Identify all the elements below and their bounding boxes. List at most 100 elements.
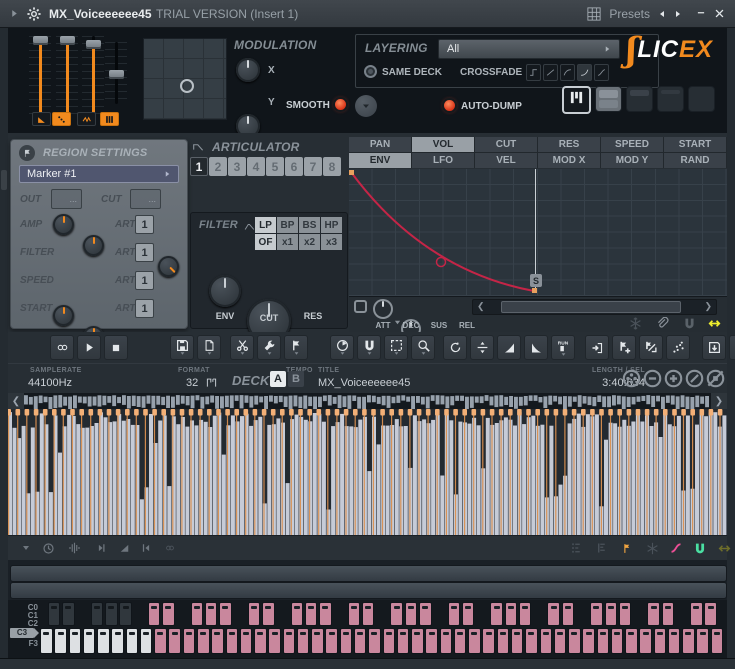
slider-handle[interactable] bbox=[60, 36, 75, 45]
envelope-graph[interactable]: S bbox=[349, 169, 727, 296]
env-tab-mod-x[interactable]: MOD X bbox=[538, 153, 600, 168]
piano-key-white-23[interactable] bbox=[353, 628, 367, 654]
piano-key-black-24[interactable] bbox=[504, 602, 518, 626]
filter-x1-button[interactable]: x1 bbox=[277, 234, 298, 250]
zoom-out-circle-button[interactable] bbox=[643, 369, 662, 388]
layout-keys-button[interactable] bbox=[562, 86, 591, 114]
stretch-arrows-icon[interactable] bbox=[704, 314, 724, 332]
layout-editor-button[interactable] bbox=[626, 86, 653, 112]
marker-drag-button[interactable] bbox=[639, 335, 663, 360]
xy-pad[interactable] bbox=[143, 38, 227, 120]
piano-key-white-20[interactable] bbox=[311, 628, 324, 654]
piano-key-white-45[interactable] bbox=[667, 628, 681, 654]
slide-door-button[interactable] bbox=[585, 335, 609, 360]
prev-marker-button[interactable] bbox=[136, 539, 156, 557]
list-flags2-button[interactable] bbox=[592, 539, 612, 557]
amp-knob-2[interactable] bbox=[83, 235, 104, 256]
collapse-arrow-icon[interactable] bbox=[10, 9, 19, 18]
piano-key-black-28[interactable] bbox=[590, 602, 603, 626]
piano-key-white-38[interactable] bbox=[568, 628, 581, 654]
filter-x2-button[interactable]: x2 bbox=[299, 234, 320, 250]
piano-key-white-28[interactable] bbox=[425, 628, 438, 654]
s-curve-button[interactable] bbox=[666, 539, 686, 557]
center-button[interactable] bbox=[470, 335, 494, 360]
slider-handle[interactable] bbox=[33, 36, 48, 45]
piano-key-white-5[interactable] bbox=[97, 628, 110, 654]
presets-label[interactable]: Presets bbox=[609, 7, 650, 21]
flag-small-button[interactable] bbox=[618, 539, 638, 557]
piano-key-white-42[interactable] bbox=[625, 628, 638, 654]
preset-next-icon[interactable] bbox=[674, 9, 682, 19]
smooth-led[interactable] bbox=[335, 99, 346, 110]
layout-deck-button[interactable] bbox=[657, 86, 684, 112]
piano-key-white-43[interactable] bbox=[639, 628, 652, 654]
envelope-scrollbar[interactable]: ❮ ❯ bbox=[472, 299, 717, 315]
paperclip-icon[interactable] bbox=[652, 314, 672, 332]
amp-art-knob[interactable] bbox=[158, 256, 179, 277]
new-page-button[interactable] bbox=[197, 335, 221, 360]
preview-lane-1[interactable] bbox=[10, 565, 727, 582]
piano-key-white-25[interactable] bbox=[382, 628, 395, 654]
piano-key-black-19[interactable] bbox=[404, 602, 418, 626]
piano-key-black-16[interactable] bbox=[347, 602, 361, 626]
piano-key-white-48[interactable] bbox=[710, 628, 724, 654]
normalize-button[interactable] bbox=[443, 335, 467, 360]
piano-key-black-11[interactable] bbox=[247, 602, 261, 626]
piano-key-black-25[interactable] bbox=[518, 602, 532, 626]
save-sample-button[interactable] bbox=[702, 335, 726, 360]
xy-pad-handle[interactable] bbox=[180, 79, 194, 93]
layering-select[interactable]: All bbox=[438, 39, 620, 59]
play-button[interactable] bbox=[77, 335, 101, 360]
piano-key-black-32[interactable] bbox=[661, 602, 674, 626]
piano-key-white-47[interactable] bbox=[696, 628, 709, 654]
wrench-button[interactable] bbox=[257, 335, 281, 360]
layout-full-button[interactable] bbox=[688, 86, 715, 112]
piano-key-black-33[interactable] bbox=[690, 602, 703, 626]
deck-a-button[interactable]: A bbox=[270, 371, 286, 387]
list-flags-button[interactable] bbox=[566, 539, 586, 557]
octave-label-c3-badge[interactable]: C3 bbox=[10, 628, 39, 638]
overview-scroll-right[interactable]: ❯ bbox=[711, 393, 727, 409]
env-tab-lfo[interactable]: LFO bbox=[412, 153, 474, 168]
amp-knob-1[interactable] bbox=[53, 214, 74, 235]
envelope-scroll-thumb[interactable] bbox=[501, 301, 681, 313]
piano-key-white-46[interactable] bbox=[682, 628, 695, 654]
env-tab-vel[interactable]: VEL bbox=[475, 153, 537, 168]
piano-key-white-17[interactable] bbox=[268, 628, 281, 654]
keyboard-grid-icon[interactable] bbox=[587, 6, 601, 21]
marker-button[interactable] bbox=[284, 335, 308, 360]
piano-key-white-41[interactable] bbox=[610, 628, 624, 654]
piano-key-white-29[interactable] bbox=[439, 628, 453, 654]
articulator-slot-5[interactable]: 5 bbox=[266, 157, 284, 176]
cut-button[interactable] bbox=[230, 335, 254, 360]
filter-knob-1[interactable] bbox=[53, 305, 74, 326]
piano-key-white-7[interactable] bbox=[125, 628, 139, 654]
piano-key-white-4[interactable] bbox=[82, 628, 96, 654]
piano-key-black-10[interactable] bbox=[219, 602, 232, 626]
piano-key-white-3[interactable] bbox=[68, 628, 81, 654]
magnet-button[interactable] bbox=[357, 335, 381, 360]
env-tab-mod-y[interactable]: MOD Y bbox=[601, 153, 663, 168]
piano-key-black-27[interactable] bbox=[561, 602, 575, 626]
options-dropdown-button[interactable] bbox=[355, 95, 377, 117]
filter-hp-button[interactable]: HP bbox=[321, 217, 342, 233]
spin-clock-button[interactable] bbox=[38, 539, 58, 557]
gear-icon[interactable] bbox=[27, 6, 41, 21]
piano-key-white-2[interactable] bbox=[54, 628, 67, 654]
env-tab-pan[interactable]: PAN bbox=[349, 137, 411, 152]
piano-key-white-9[interactable] bbox=[154, 628, 167, 654]
piano-key-black-12[interactable] bbox=[262, 602, 275, 626]
piano-key-black-6[interactable] bbox=[147, 602, 161, 626]
piano-key-white-35[interactable] bbox=[525, 628, 538, 654]
waveform-overview[interactable]: ❮ ❯ bbox=[8, 393, 727, 409]
export-list-button[interactable] bbox=[729, 335, 735, 360]
piano-key-black-34[interactable] bbox=[704, 602, 717, 626]
magnet-snap-icon[interactable] bbox=[679, 314, 699, 332]
dropdown-tri-button[interactable] bbox=[16, 539, 36, 557]
slider-handle[interactable] bbox=[109, 70, 124, 79]
att-knob[interactable] bbox=[373, 299, 393, 319]
stop-button[interactable] bbox=[104, 335, 128, 360]
piano-key-black-21[interactable] bbox=[447, 602, 460, 626]
preview-lane-2[interactable] bbox=[10, 582, 727, 599]
articulator-slot-7[interactable]: 7 bbox=[304, 157, 322, 176]
